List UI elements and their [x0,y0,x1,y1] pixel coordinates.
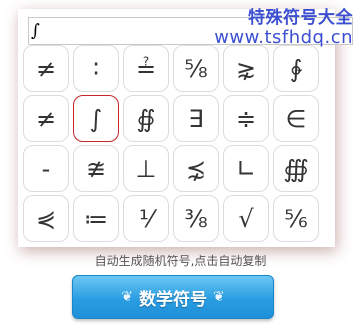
symbol-cell[interactable]: ⅟ [123,195,169,242]
symbol-cell[interactable]: ∲ [273,45,319,92]
symbol-cell[interactable]: ⅜ [173,195,219,242]
ornament-left-icon: ❦ [121,289,133,305]
symbol-cell[interactable]: ∈ [273,95,319,142]
symbol-cell-selected[interactable]: ∫ [73,95,119,142]
symbol-cell[interactable]: ≔ [73,195,119,242]
math-symbols-button-label: 数学符号 [139,289,207,310]
ornament-right-icon: ❦ [213,289,225,305]
symbol-cell[interactable]: ≠ [23,95,69,142]
symbol-cell[interactable]: ∟ [223,145,269,192]
symbol-cell[interactable]: - [23,145,69,192]
site-watermark-title: 特殊符号大全 [248,8,353,28]
symbol-cell[interactable]: ⋞ [23,195,69,242]
symbol-cell[interactable]: ∰ [273,145,319,192]
symbol-cell[interactable]: ≇ [73,145,119,192]
symbol-cell[interactable]: ∶ [73,45,119,92]
symbol-cell[interactable]: ⊥ [123,145,169,192]
symbol-cell[interactable]: ∃ [173,95,219,142]
symbol-cell[interactable]: ≑ [223,95,269,142]
symbol-cell[interactable]: ⅚ [273,195,319,242]
symbol-cell[interactable]: √ [223,195,269,242]
symbol-cell[interactable]: ≟ [123,45,169,92]
symbol-cell[interactable]: ⋨ [173,145,219,192]
symbol-cell[interactable]: ⋧ [223,45,269,92]
symbol-cell[interactable]: ∯ [123,95,169,142]
symbol-cell[interactable]: ≠ [23,45,69,92]
instruction-text: 自动生成随机符号,点击自动复制 [94,254,267,268]
symbol-cell[interactable]: ⅝ [173,45,219,92]
symbol-grid: ≠ ∶ ≟ ⅝ ⋧ ∲ ≠ ∫ ∯ ∃ ≑ ∈ - ≇ ⊥ ⋨ ∟ ∰ ⋞ ≔ … [23,45,323,242]
math-symbols-button[interactable]: ❦ 数学符号 ❦ [72,275,274,319]
